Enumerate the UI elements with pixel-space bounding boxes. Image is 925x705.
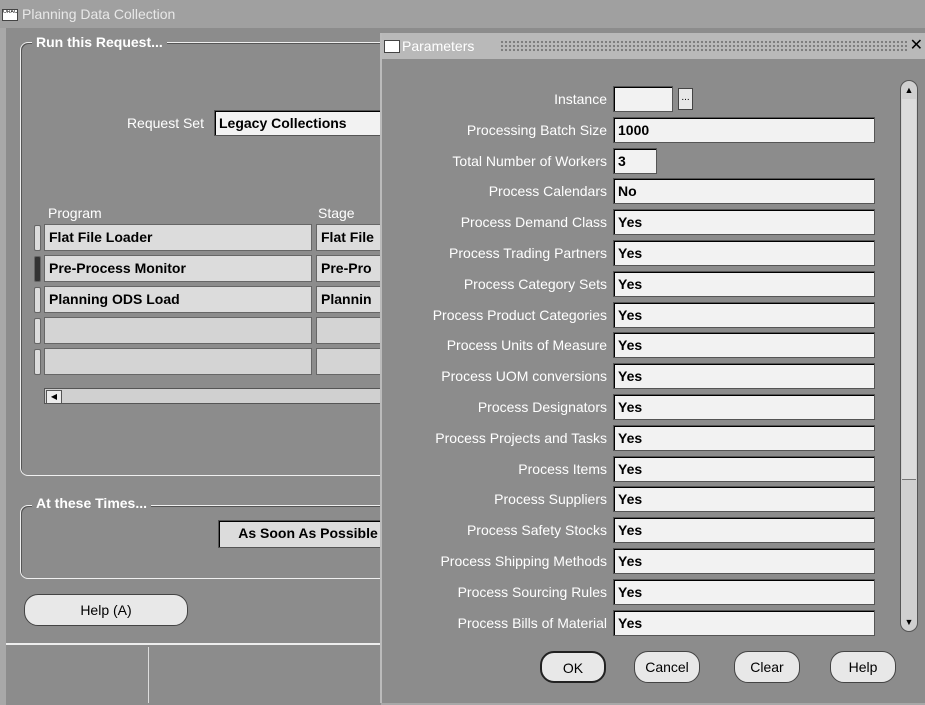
status-bar-divider [148, 647, 149, 703]
parameter-field[interactable]: Yes [613, 579, 875, 605]
parameter-label: Instance [554, 91, 607, 107]
run-request-legend: Run this Request... [32, 34, 167, 50]
stage-cell[interactable]: Plannin [316, 286, 386, 313]
parameter-field[interactable]: Yes [613, 302, 875, 328]
request-set-field[interactable]: Legacy Collections [214, 110, 394, 136]
parameter-field[interactable]: No [613, 178, 875, 204]
dialog-help-button[interactable]: Help [830, 651, 896, 683]
parameter-label: Process Shipping Methods [440, 553, 607, 569]
vertical-scrollbar[interactable]: ▲ ▼ [900, 80, 918, 632]
parameter-field[interactable]: 1000 [613, 117, 875, 143]
parameter-label: Process Safety Stocks [466, 522, 607, 538]
program-cell[interactable]: Pre-Process Monitor [44, 255, 312, 282]
parameter-field[interactable]: Yes [613, 456, 875, 482]
parameter-label: Process Demand Class [460, 214, 607, 230]
parameter-label: Process Items [518, 461, 607, 477]
column-header-stage: Stage [318, 205, 355, 221]
status-bar [6, 643, 381, 705]
parameter-field[interactable]: Yes [613, 394, 875, 420]
parameters-dialog-titlebar[interactable]: Parameters ✕ [382, 33, 925, 59]
horizontal-scrollbar[interactable]: ◀ [44, 388, 386, 404]
parameter-field[interactable]: Yes [613, 363, 875, 389]
program-cell[interactable]: Flat File Loader [44, 224, 312, 251]
column-header-program: Program [48, 205, 102, 221]
cancel-button[interactable]: Cancel [634, 651, 700, 683]
schedule-button[interactable]: As Soon As Possible [218, 520, 394, 548]
parameter-label: Process Product Categories [432, 307, 607, 323]
at-times-legend: At these Times... [32, 495, 152, 511]
main-window-titlebar: ORACLE Planning Data Collection [0, 0, 925, 28]
row-indicator[interactable] [34, 349, 41, 375]
parameter-field[interactable]: Yes [613, 548, 875, 574]
request-set-label: Request Set [126, 115, 204, 131]
scroll-thumb[interactable] [902, 99, 916, 480]
parameter-field[interactable] [613, 86, 673, 112]
parameters-dialog: Parameters ✕ Instance... Processing Batch… [380, 33, 925, 703]
program-cell[interactable]: Planning ODS Load [44, 286, 312, 313]
scroll-up-arrow-icon[interactable]: ▲ [903, 83, 915, 97]
parameter-field[interactable]: 3 [613, 148, 657, 174]
parameter-label: Process Projects and Tasks [435, 430, 607, 446]
stage-cell[interactable] [316, 317, 386, 344]
parameter-label: Process Calendars [488, 183, 607, 199]
parameter-field[interactable]: Yes [613, 486, 875, 512]
program-cell[interactable] [44, 348, 312, 375]
row-indicator[interactable] [34, 287, 41, 313]
parameter-label: Process Units of Measure [446, 337, 607, 353]
parameter-label: Processing Batch Size [466, 122, 607, 138]
parameter-field[interactable]: Yes [613, 610, 875, 636]
help-button[interactable]: Help (A) [24, 594, 188, 626]
parameter-field[interactable]: Yes [613, 240, 875, 266]
parameter-field[interactable]: Yes [613, 425, 875, 451]
parameter-label: Process Designators [477, 399, 607, 415]
parameter-label: Process UOM conversions [441, 368, 607, 384]
close-icon[interactable]: ✕ [910, 33, 923, 59]
ok-button[interactable]: OK [540, 651, 606, 683]
parameter-label: Process Bills of Material [457, 615, 607, 631]
list-of-values-icon[interactable]: ... [678, 88, 693, 110]
row-indicator-current[interactable] [34, 256, 41, 282]
program-cell[interactable] [44, 317, 312, 344]
parameter-field[interactable]: Yes [613, 209, 875, 235]
stage-cell[interactable]: Pre-Pro [316, 255, 386, 282]
oracle-logo-icon [384, 40, 400, 53]
main-window-title: Planning Data Collection [22, 6, 176, 22]
parameter-label: Process Category Sets [463, 276, 607, 292]
dialog-title: Parameters [402, 38, 475, 54]
clear-button[interactable]: Clear [734, 651, 800, 683]
row-indicator[interactable] [34, 318, 41, 344]
scroll-left-arrow-icon[interactable]: ◀ [46, 390, 62, 404]
scroll-down-arrow-icon[interactable]: ▼ [903, 615, 915, 629]
parameter-label: Total Number of Workers [452, 153, 607, 169]
parameter-label: Process Suppliers [494, 491, 607, 507]
parameter-field[interactable]: Yes [613, 271, 875, 297]
stage-cell[interactable] [316, 348, 386, 375]
titlebar-drag-pattern [500, 40, 907, 52]
parameter-label: Process Sourcing Rules [457, 584, 607, 600]
parameter-field[interactable]: Yes [613, 517, 875, 543]
parameter-field[interactable]: Yes [613, 332, 875, 358]
row-indicator[interactable] [34, 225, 41, 251]
parameter-label: Process Trading Partners [449, 245, 607, 261]
stage-cell[interactable]: Flat File [316, 224, 386, 251]
oracle-logo-icon: ORACLE [2, 9, 18, 21]
